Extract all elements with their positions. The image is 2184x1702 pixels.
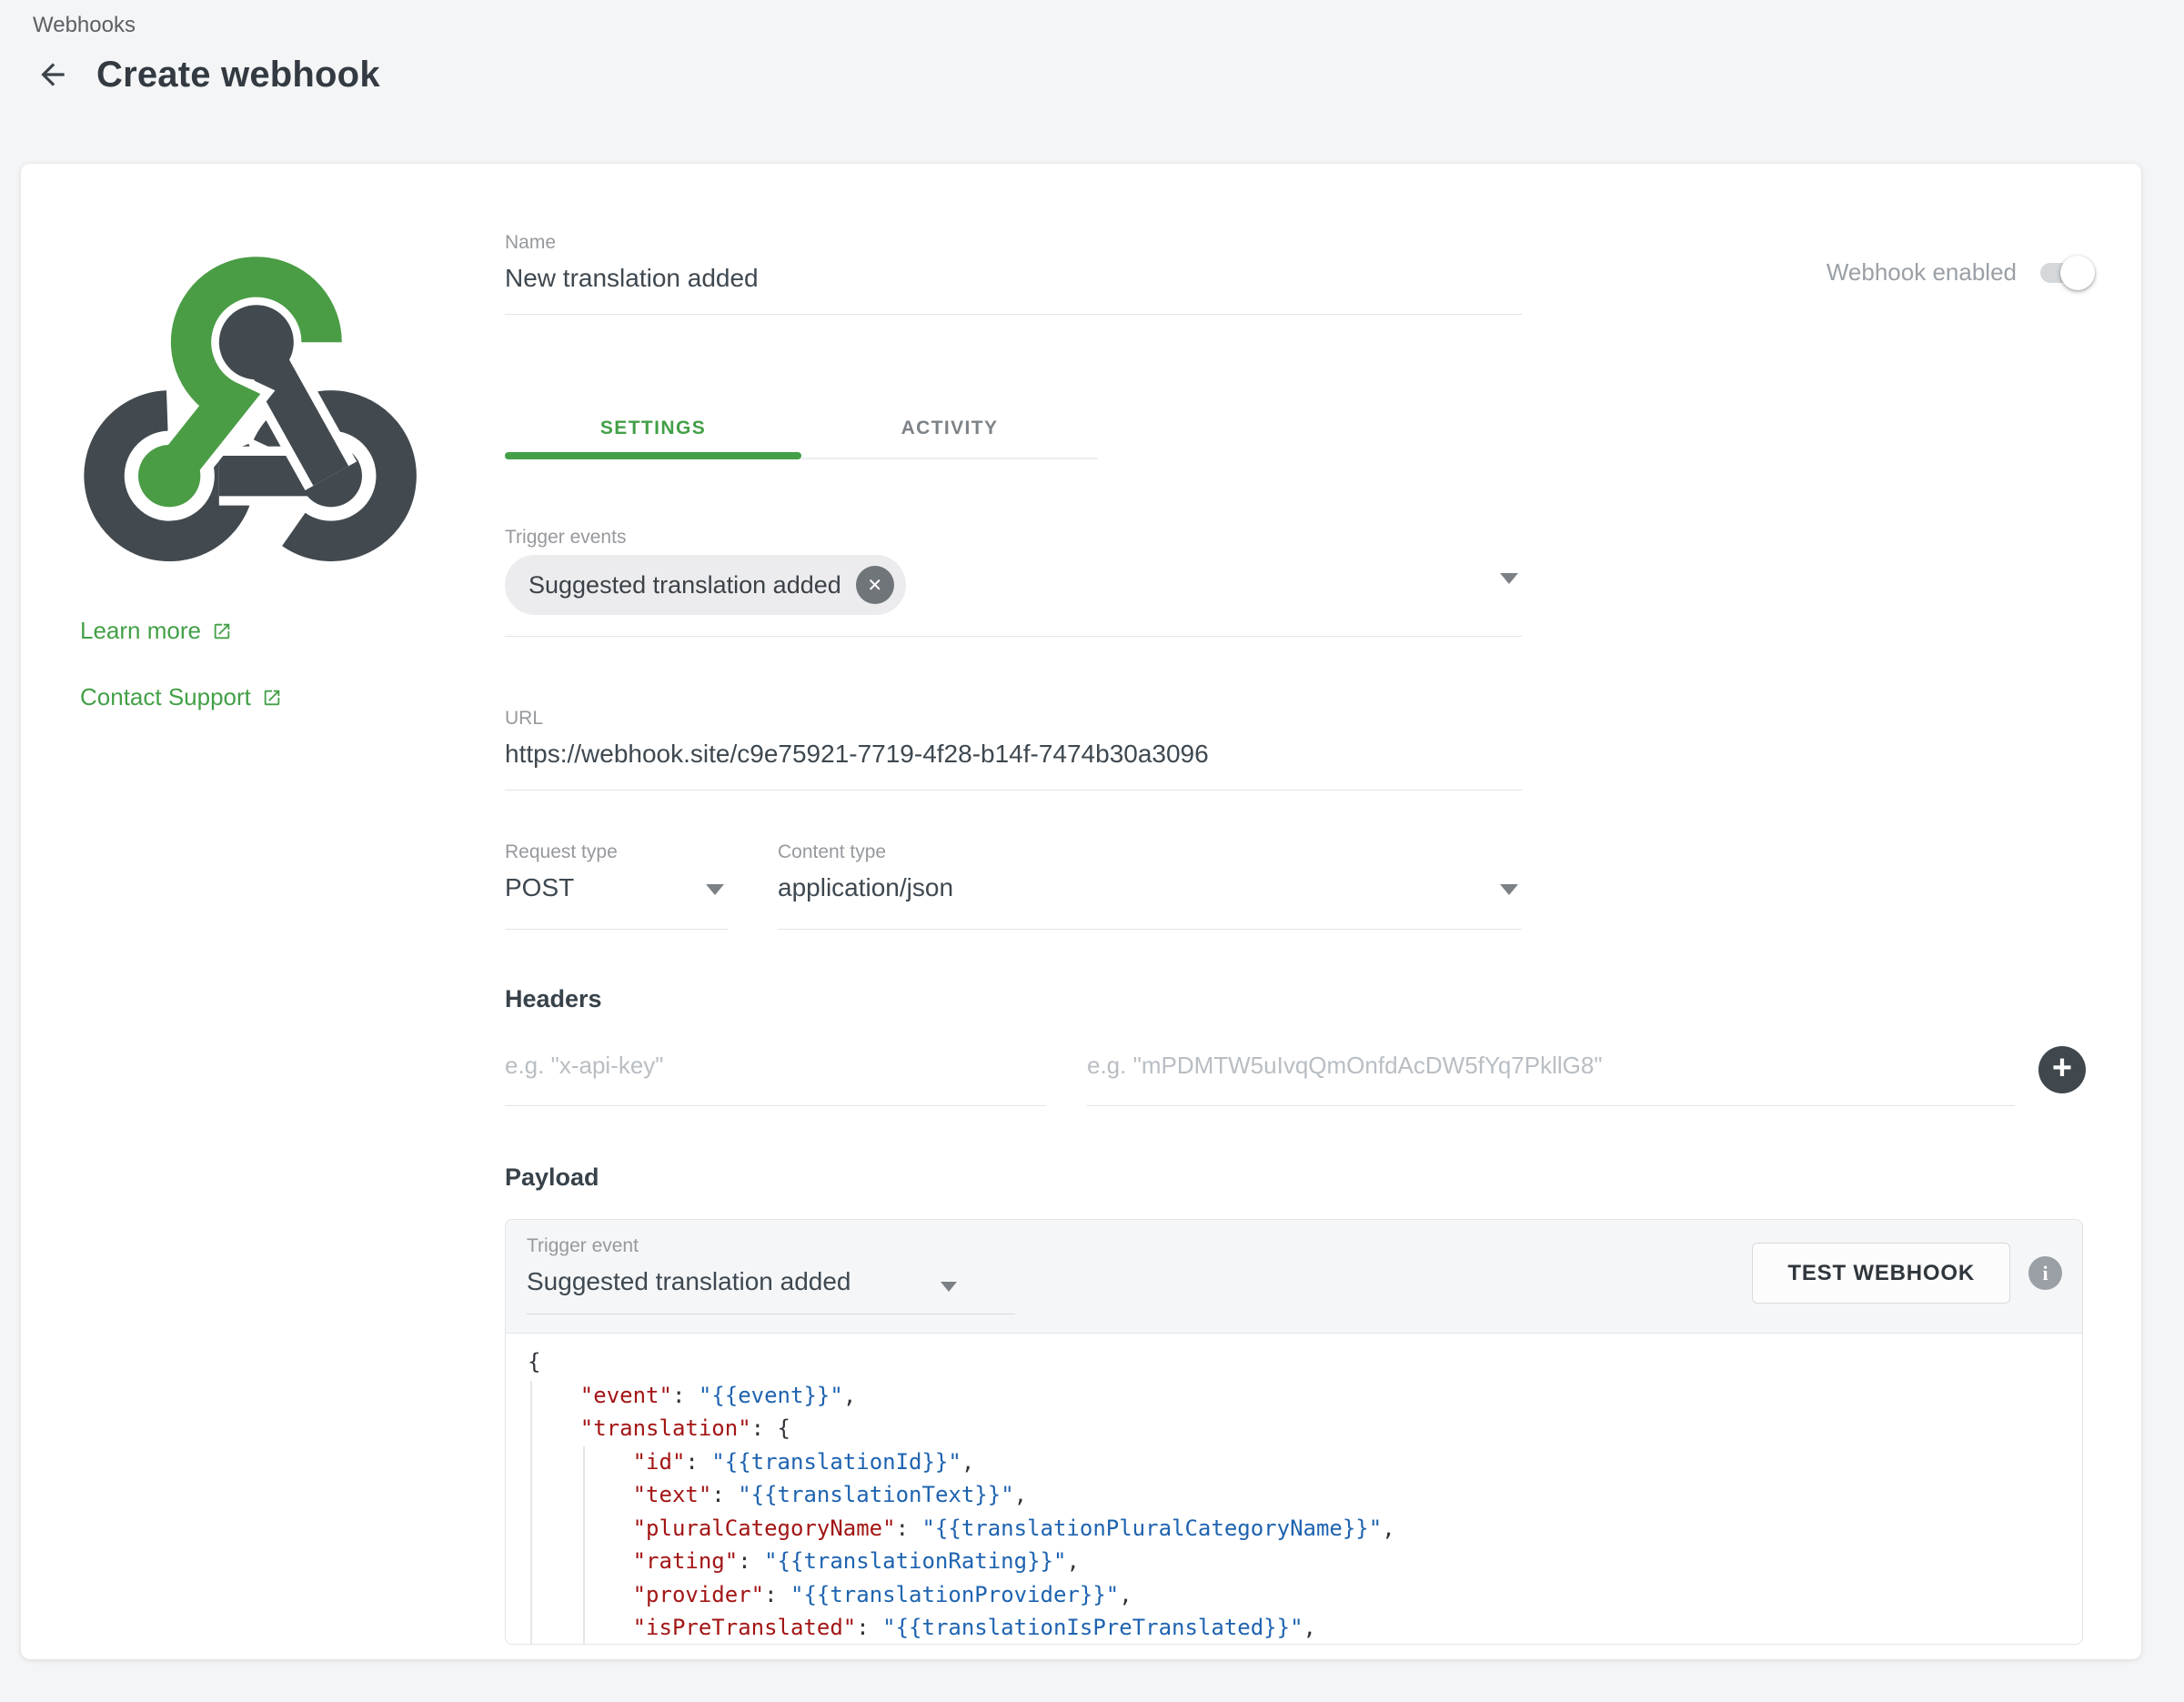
add-header-button[interactable]: + <box>2038 1046 2086 1093</box>
top-bar: Webhooks Create webhook <box>0 0 2184 98</box>
name-field[interactable]: Name New translation added <box>505 231 1522 315</box>
info-icon[interactable]: i <box>2028 1256 2062 1290</box>
request-type-label: Request type <box>505 841 728 863</box>
contact-support-label: Contact Support <box>80 683 251 711</box>
trigger-events-select[interactable]: Trigger events Suggested translation add… <box>505 526 1522 637</box>
tab-bar: SETTINGS ACTIVITY <box>505 399 1098 459</box>
url-field[interactable]: URL https://webhook.site/c9e75921-7719-4… <box>505 707 1522 791</box>
webhook-form-card: Learn more Contact Support Name <box>21 164 2141 1659</box>
request-type-select[interactable]: Request type POST <box>505 841 728 930</box>
payload-trigger-event-label: Trigger event <box>527 1234 1015 1257</box>
payload-code-area[interactable]: { "event": "{{event}}", "translation": {… <box>506 1333 2082 1644</box>
test-webhook-button[interactable]: TEST WEBHOOK <box>1752 1243 2010 1304</box>
toggle-thumb <box>2060 256 2095 290</box>
header-value-input[interactable] <box>1087 1051 2015 1106</box>
url-value[interactable]: https://webhook.site/c9e75921-7719-4f28-… <box>505 739 1522 770</box>
content-type-value: application/json <box>778 872 1522 903</box>
trigger-events-label: Trigger events <box>505 526 1522 549</box>
webhook-enabled-toggle[interactable] <box>2040 263 2086 283</box>
trigger-event-chip[interactable]: Suggested translation added ✕ <box>505 555 906 615</box>
chevron-down-icon <box>941 1282 957 1292</box>
indent-guide <box>530 1381 532 1644</box>
payload-trigger-event-select[interactable]: Trigger event Suggested translation adde… <box>527 1234 1015 1314</box>
learn-more-label: Learn more <box>80 617 201 645</box>
back-arrow-icon <box>35 57 70 92</box>
page-title: Create webhook <box>96 55 380 96</box>
chip-label: Suggested translation added <box>528 571 841 599</box>
tab-settings[interactable]: SETTINGS <box>505 399 801 458</box>
chevron-down-icon <box>1500 884 1518 895</box>
webhook-enabled-label: Webhook enabled <box>1827 258 2017 287</box>
back-button[interactable] <box>33 55 73 95</box>
payload-panel-header: Trigger event Suggested translation adde… <box>506 1220 2082 1333</box>
payload-panel: Trigger event Suggested translation adde… <box>505 1219 2083 1645</box>
learn-more-link[interactable]: Learn more <box>80 617 232 645</box>
tab-activity[interactable]: ACTIVITY <box>801 399 1098 458</box>
chip-remove-button[interactable]: ✕ <box>856 566 894 604</box>
external-link-icon <box>262 688 282 708</box>
contact-support-link[interactable]: Contact Support <box>80 683 282 711</box>
chevron-down-icon <box>706 884 724 895</box>
breadcrumb[interactable]: Webhooks <box>33 13 2184 38</box>
header-key-input[interactable] <box>505 1051 1046 1106</box>
chevron-down-icon <box>1500 573 1518 584</box>
name-label: Name <box>505 231 1522 254</box>
request-type-value: POST <box>505 872 728 903</box>
payload-title: Payload <box>505 1163 2086 1192</box>
active-tab-indicator <box>505 452 801 459</box>
external-link-icon <box>212 621 232 641</box>
webhook-logo <box>64 237 437 579</box>
main-column: Name New translation added Webhook enabl… <box>505 164 2141 1659</box>
name-value[interactable]: New translation added <box>505 263 1522 294</box>
content-type-label: Content type <box>778 841 1522 863</box>
left-column: Learn more Contact Support <box>21 164 505 1659</box>
content-type-select[interactable]: Content type application/json <box>778 841 1522 930</box>
indent-guide <box>583 1446 585 1644</box>
url-label: URL <box>505 707 1522 730</box>
payload-code[interactable]: { "event": "{{event}}", "translation": {… <box>528 1345 2082 1644</box>
headers-title: Headers <box>505 984 2086 1013</box>
